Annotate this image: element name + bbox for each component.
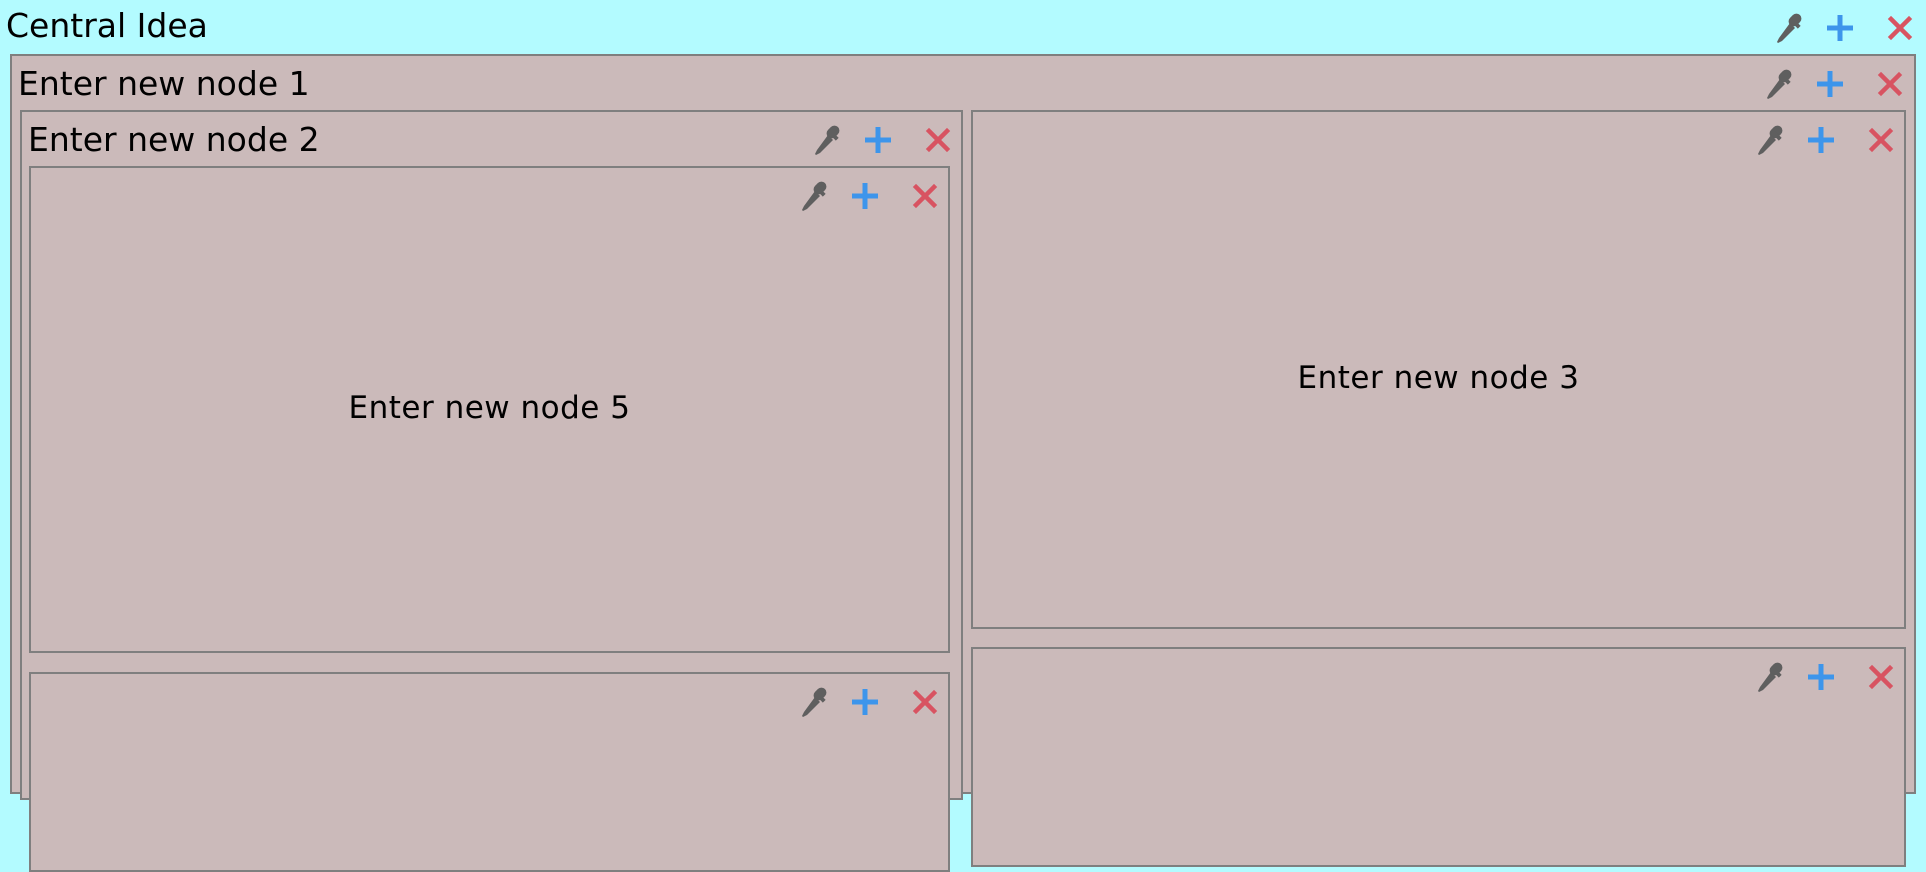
close-icon[interactable] xyxy=(1861,657,1901,697)
eyedropper-icon[interactable] xyxy=(1751,657,1791,697)
node-6[interactable] xyxy=(29,672,950,872)
plus-icon[interactable] xyxy=(1810,64,1850,104)
node-toolbar xyxy=(795,176,945,216)
plus-icon[interactable] xyxy=(858,120,898,160)
eyedropper-icon[interactable] xyxy=(1770,8,1810,48)
close-icon[interactable] xyxy=(1880,8,1920,48)
node-title[interactable]: Enter new node 5 xyxy=(31,390,948,426)
node-4[interactable] xyxy=(971,647,1906,867)
node-toolbar xyxy=(795,682,945,722)
plus-icon[interactable] xyxy=(1801,120,1841,160)
plus-icon[interactable] xyxy=(845,176,885,216)
close-icon[interactable] xyxy=(1861,120,1901,160)
eyedropper-icon[interactable] xyxy=(795,176,835,216)
eyedropper-icon[interactable] xyxy=(1751,120,1791,160)
plus-icon[interactable] xyxy=(1801,657,1841,697)
close-icon[interactable] xyxy=(1870,64,1910,104)
node-5[interactable]: Enter new node 5 xyxy=(29,166,950,653)
node-title[interactable]: Enter new node 3 xyxy=(973,360,1904,396)
eyedropper-icon[interactable] xyxy=(808,120,848,160)
eyedropper-icon[interactable] xyxy=(1760,64,1800,104)
plus-icon[interactable] xyxy=(1820,8,1860,48)
node-toolbar xyxy=(1751,657,1901,697)
node-3[interactable]: Enter new node 3 xyxy=(971,110,1906,629)
node-title[interactable]: Enter new node 2 xyxy=(28,120,320,160)
node-title[interactable]: Enter new node 1 xyxy=(18,64,310,104)
plus-icon[interactable] xyxy=(845,682,885,722)
close-icon[interactable] xyxy=(918,120,958,160)
eyedropper-icon[interactable] xyxy=(795,682,835,722)
close-icon[interactable] xyxy=(905,176,945,216)
close-icon[interactable] xyxy=(905,682,945,722)
node-toolbar xyxy=(1760,64,1910,104)
node-toolbar xyxy=(1751,120,1901,160)
node-toolbar xyxy=(1770,8,1920,48)
node-toolbar xyxy=(808,120,958,160)
node-title[interactable]: Central Idea xyxy=(6,6,208,46)
